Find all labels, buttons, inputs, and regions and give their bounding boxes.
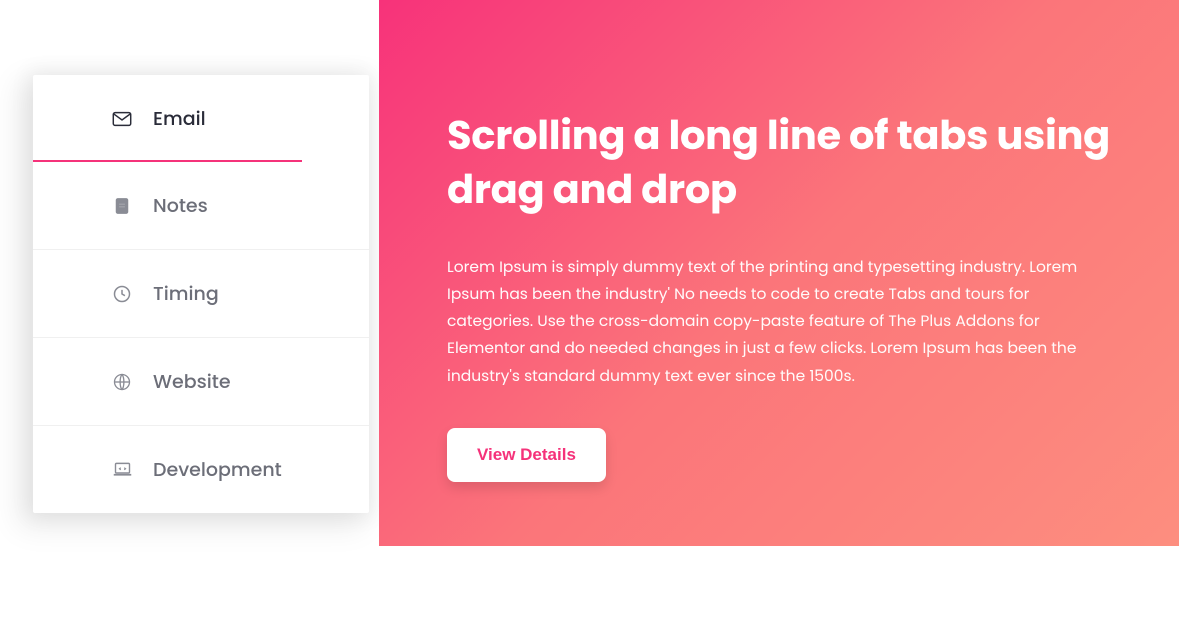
tab-development[interactable]: Development [33,426,369,513]
view-details-button[interactable]: View Details [447,428,606,482]
tab-label: Website [153,367,231,396]
tab-label: Development [153,455,282,484]
tab-label: Notes [153,191,208,220]
tab-email[interactable]: Email [33,75,369,162]
content-panel: Scrolling a long line of tabs using drag… [379,0,1179,546]
content-title: Scrolling a long line of tabs using drag… [447,108,1111,216]
globe-icon [111,371,133,393]
tab-label: Email [153,104,206,133]
notes-icon [111,195,133,217]
tab-website[interactable]: Website [33,338,369,426]
content-body: Lorem Ipsum is simply dummy text of the … [447,254,1111,390]
envelope-icon [111,108,133,130]
clock-icon [111,283,133,305]
laptop-icon [111,459,133,481]
sidebar-tabs: Email Notes Timing Webs [33,75,369,513]
tab-notes[interactable]: Notes [33,162,369,250]
tab-timing[interactable]: Timing [33,250,369,338]
tab-label: Timing [153,279,219,308]
